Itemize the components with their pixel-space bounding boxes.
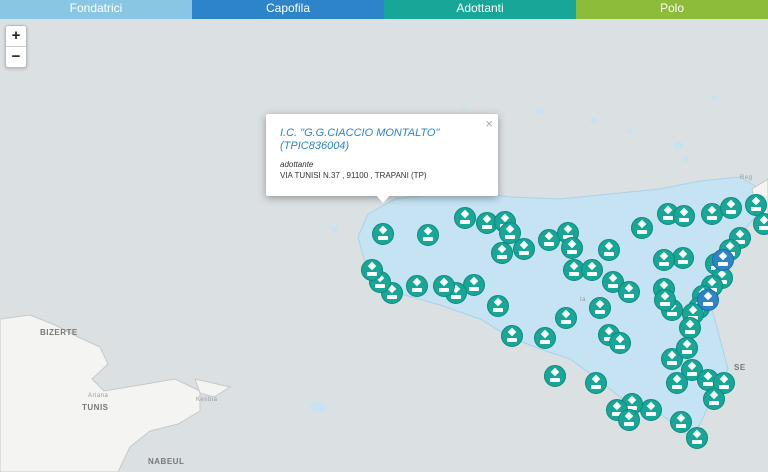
- popup-title[interactable]: I.C. "G.G.CIACCIO MONTALTO" (TPIC836004): [280, 127, 480, 153]
- school-marker-icon[interactable]: [406, 275, 428, 297]
- school-marker-icon[interactable]: [673, 205, 695, 227]
- tab-capofila[interactable]: Capofila: [192, 0, 384, 19]
- school-marker-icon[interactable]: [487, 295, 509, 317]
- school-marker-icon[interactable]: [454, 207, 476, 229]
- school-marker-icon[interactable]: [598, 239, 620, 261]
- school-marker-icon[interactable]: [679, 317, 701, 339]
- school-marker-icon[interactable]: [501, 325, 523, 347]
- school-popup: × I.C. "G.G.CIACCIO MONTALTO" (TPIC83600…: [266, 114, 498, 196]
- zoom-control: + −: [5, 25, 27, 68]
- place-bizerte: BIZERTE: [40, 328, 78, 337]
- school-marker-icon[interactable]: [676, 337, 698, 359]
- school-marker-icon[interactable]: [585, 372, 607, 394]
- popup-tip: [375, 194, 391, 203]
- school-marker-icon[interactable]: [653, 249, 675, 271]
- place-tunis: TUNIS: [82, 403, 109, 412]
- popup-close-icon[interactable]: ×: [485, 116, 493, 131]
- zoom-in-button[interactable]: +: [6, 26, 26, 46]
- school-marker-icon[interactable]: [686, 427, 708, 449]
- school-marker-icon[interactable]: [666, 372, 688, 394]
- popup-address: VIA TUNISI N.37 , 91100 , TRAPANI (TP): [280, 171, 427, 180]
- school-marker-icon[interactable]: [417, 224, 439, 246]
- school-marker-icon[interactable]: [703, 388, 725, 410]
- place-marsala: ta: [580, 297, 587, 303]
- place-ariana: Ariana: [88, 393, 109, 399]
- school-marker-icon[interactable]: [618, 281, 640, 303]
- place-nabeul: NABEUL: [148, 457, 185, 466]
- school-marker-icon[interactable]: [609, 332, 631, 354]
- popup-type: adottante: [280, 160, 314, 169]
- school-marker-icon[interactable]: [372, 223, 394, 245]
- place-reggio: Reg: [740, 175, 753, 181]
- category-tabs: Fondatrici Capofila Adottanti Polo: [0, 0, 768, 19]
- school-marker-icon[interactable]: [544, 365, 566, 387]
- school-marker-icon[interactable]: [618, 409, 640, 431]
- school-marker-icon[interactable]: [631, 217, 653, 239]
- tab-adottanti[interactable]: Adottanti: [384, 0, 576, 19]
- school-marker-icon[interactable]: [581, 259, 603, 281]
- school-marker-icon[interactable]: [491, 242, 513, 264]
- school-marker-icon[interactable]: [753, 213, 768, 235]
- capofila-marker-icon[interactable]: [697, 289, 719, 311]
- school-marker-icon[interactable]: [589, 297, 611, 319]
- school-marker-icon[interactable]: [433, 275, 455, 297]
- school-marker-icon[interactable]: [720, 197, 742, 219]
- place-siracusa: SE: [734, 363, 746, 372]
- school-marker-icon[interactable]: [513, 238, 535, 260]
- place-kelibia: Kelibia: [196, 397, 218, 403]
- school-marker-icon[interactable]: [561, 237, 583, 259]
- school-marker-icon[interactable]: [672, 247, 694, 269]
- tab-fondatrici[interactable]: Fondatrici: [0, 0, 192, 19]
- capofila-marker-icon[interactable]: [712, 249, 734, 271]
- school-marker-icon[interactable]: [654, 289, 676, 311]
- zoom-out-button[interactable]: −: [6, 46, 26, 67]
- school-marker-icon[interactable]: [640, 399, 662, 421]
- tab-polo[interactable]: Polo: [576, 0, 768, 19]
- map-canvas[interactable]: BIZERTE Ariana TUNIS Kelibia NABEUL Reg …: [0, 19, 768, 472]
- school-marker-icon[interactable]: [555, 307, 577, 329]
- school-marker-icon[interactable]: [534, 327, 556, 349]
- school-marker-icon[interactable]: [361, 259, 383, 281]
